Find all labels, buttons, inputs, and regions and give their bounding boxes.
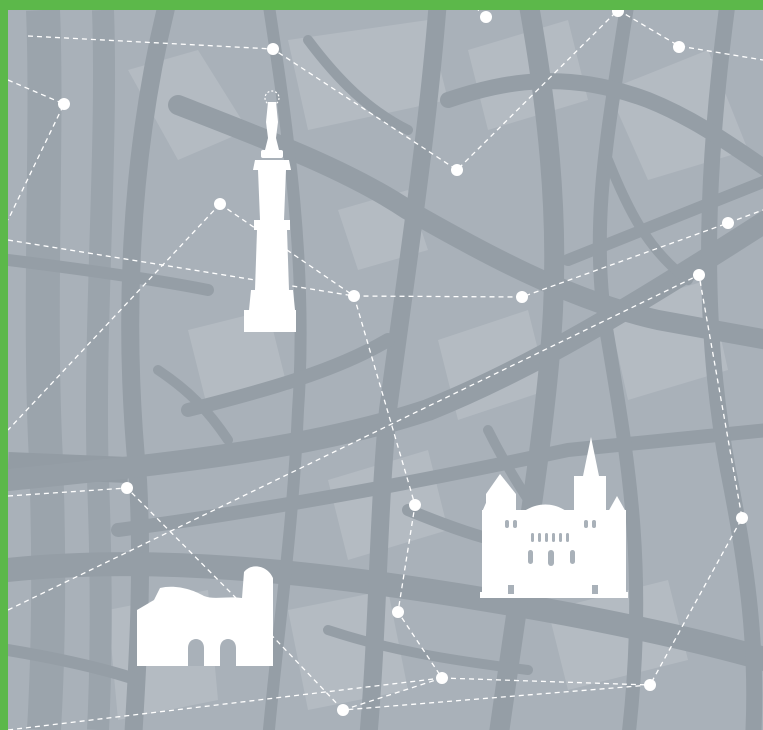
route-node[interactable] xyxy=(214,198,226,210)
route-node[interactable] xyxy=(392,606,404,618)
route-node[interactable] xyxy=(436,672,448,684)
route-node[interactable] xyxy=(409,499,421,511)
route-node[interactable] xyxy=(480,11,492,23)
route-node[interactable] xyxy=(451,164,463,176)
route-node[interactable] xyxy=(722,217,734,229)
route-node[interactable] xyxy=(516,291,528,303)
route-node[interactable] xyxy=(58,98,70,110)
route-node[interactable] xyxy=(348,290,360,302)
route-node[interactable] xyxy=(673,41,685,53)
route-node[interactable] xyxy=(693,269,705,281)
route-node[interactable] xyxy=(337,704,349,716)
route-node[interactable] xyxy=(267,43,279,55)
map-canvas[interactable] xyxy=(8,10,763,730)
map-frame xyxy=(0,0,763,730)
route-node[interactable] xyxy=(121,482,133,494)
route-node[interactable] xyxy=(736,512,748,524)
route-node[interactable] xyxy=(644,679,656,691)
